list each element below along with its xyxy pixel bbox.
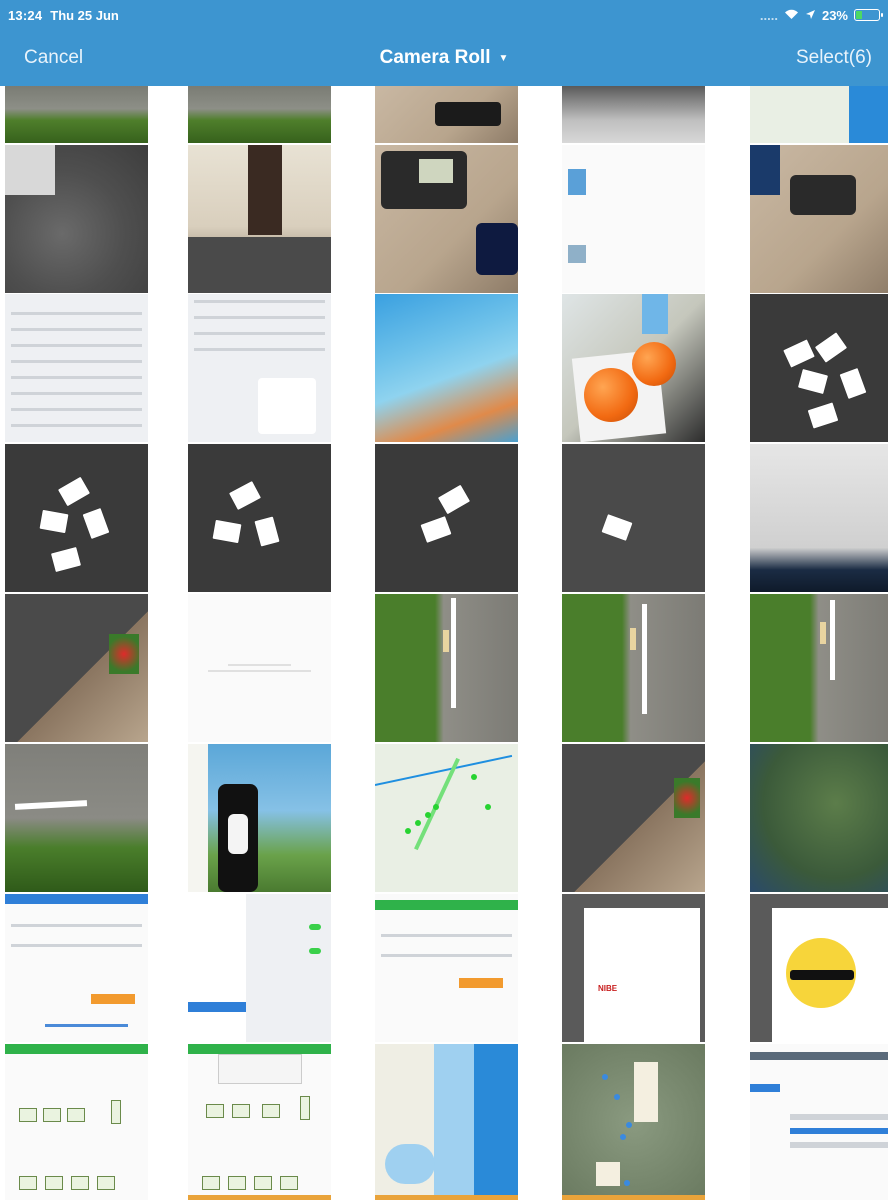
status-right: ..... 23% [759,7,883,23]
photo-thumbnail[interactable] [750,894,888,1042]
photo-thumbnail[interactable] [562,86,705,143]
cancel-button[interactable]: Cancel [24,47,83,69]
photo-thumbnail[interactable] [188,294,331,442]
location-icon [805,8,816,23]
battery-icon [854,9,883,21]
photo-thumbnail[interactable] [375,894,518,1042]
photo-thumbnail[interactable] [5,744,148,892]
status-date: Thu 25 Jun [50,7,119,23]
photo-thumbnail[interactable] [188,1044,331,1200]
photo-grid: NIBE [0,86,888,1200]
photo-thumbnail[interactable]: NIBE [562,894,705,1042]
photo-thumbnail[interactable] [5,145,148,293]
photo-thumbnail[interactable] [5,1044,148,1200]
photo-thumbnail[interactable] [5,294,148,442]
photo-thumbnail[interactable] [188,444,331,592]
navigation-bar: Cancel Camera Roll ▼ Select(6) [0,30,888,86]
photo-thumbnail[interactable] [562,145,705,293]
photo-thumbnail[interactable] [375,294,518,442]
photo-thumbnail[interactable] [5,86,148,143]
status-bar: 13:24 Thu 25 Jun ..... 23% [0,0,888,30]
status-time: 13:24 [8,7,43,23]
photo-thumbnail[interactable] [562,294,705,442]
photo-thumbnail[interactable] [375,145,518,293]
signal-icon: ..... [759,7,778,23]
photo-thumbnail[interactable] [5,444,148,592]
select-button[interactable]: Select(6) [796,47,872,69]
photo-thumbnail[interactable] [750,86,888,143]
photo-thumbnail[interactable] [750,294,888,442]
battery-fill [856,11,862,19]
photo-thumbnail[interactable] [5,894,148,1042]
wifi-icon [784,8,799,23]
photo-thumbnail[interactable] [188,594,331,742]
photo-thumbnail[interactable] [750,744,888,892]
photo-thumbnail[interactable] [375,594,518,742]
photo-thumbnail[interactable] [5,594,148,742]
photo-thumbnail[interactable] [562,744,705,892]
photo-thumbnail[interactable] [188,894,331,1042]
photo-thumbnail[interactable] [188,86,331,143]
caret-down-icon: ▼ [498,52,509,64]
photo-thumbnail[interactable] [750,145,888,293]
photo-thumbnail[interactable] [562,594,705,742]
photo-thumbnail[interactable] [750,1044,888,1200]
photo-thumbnail[interactable] [188,744,331,892]
logo-nibe: NIBE [598,984,618,993]
photo-thumbnail[interactable] [750,594,888,742]
photo-thumbnail[interactable] [375,744,518,892]
battery-percent: 23% [821,7,848,23]
photo-thumbnail[interactable] [375,1044,518,1200]
photo-thumbnail[interactable] [562,1044,705,1200]
photo-thumbnail[interactable] [375,444,518,592]
photo-thumbnail[interactable] [562,444,705,592]
photo-thumbnail[interactable] [750,444,888,592]
album-title: Camera Roll [379,47,491,68]
photo-thumbnail[interactable] [375,86,518,143]
album-title-button[interactable]: Camera Roll ▼ [380,47,509,69]
photo-thumbnail[interactable] [188,145,331,293]
